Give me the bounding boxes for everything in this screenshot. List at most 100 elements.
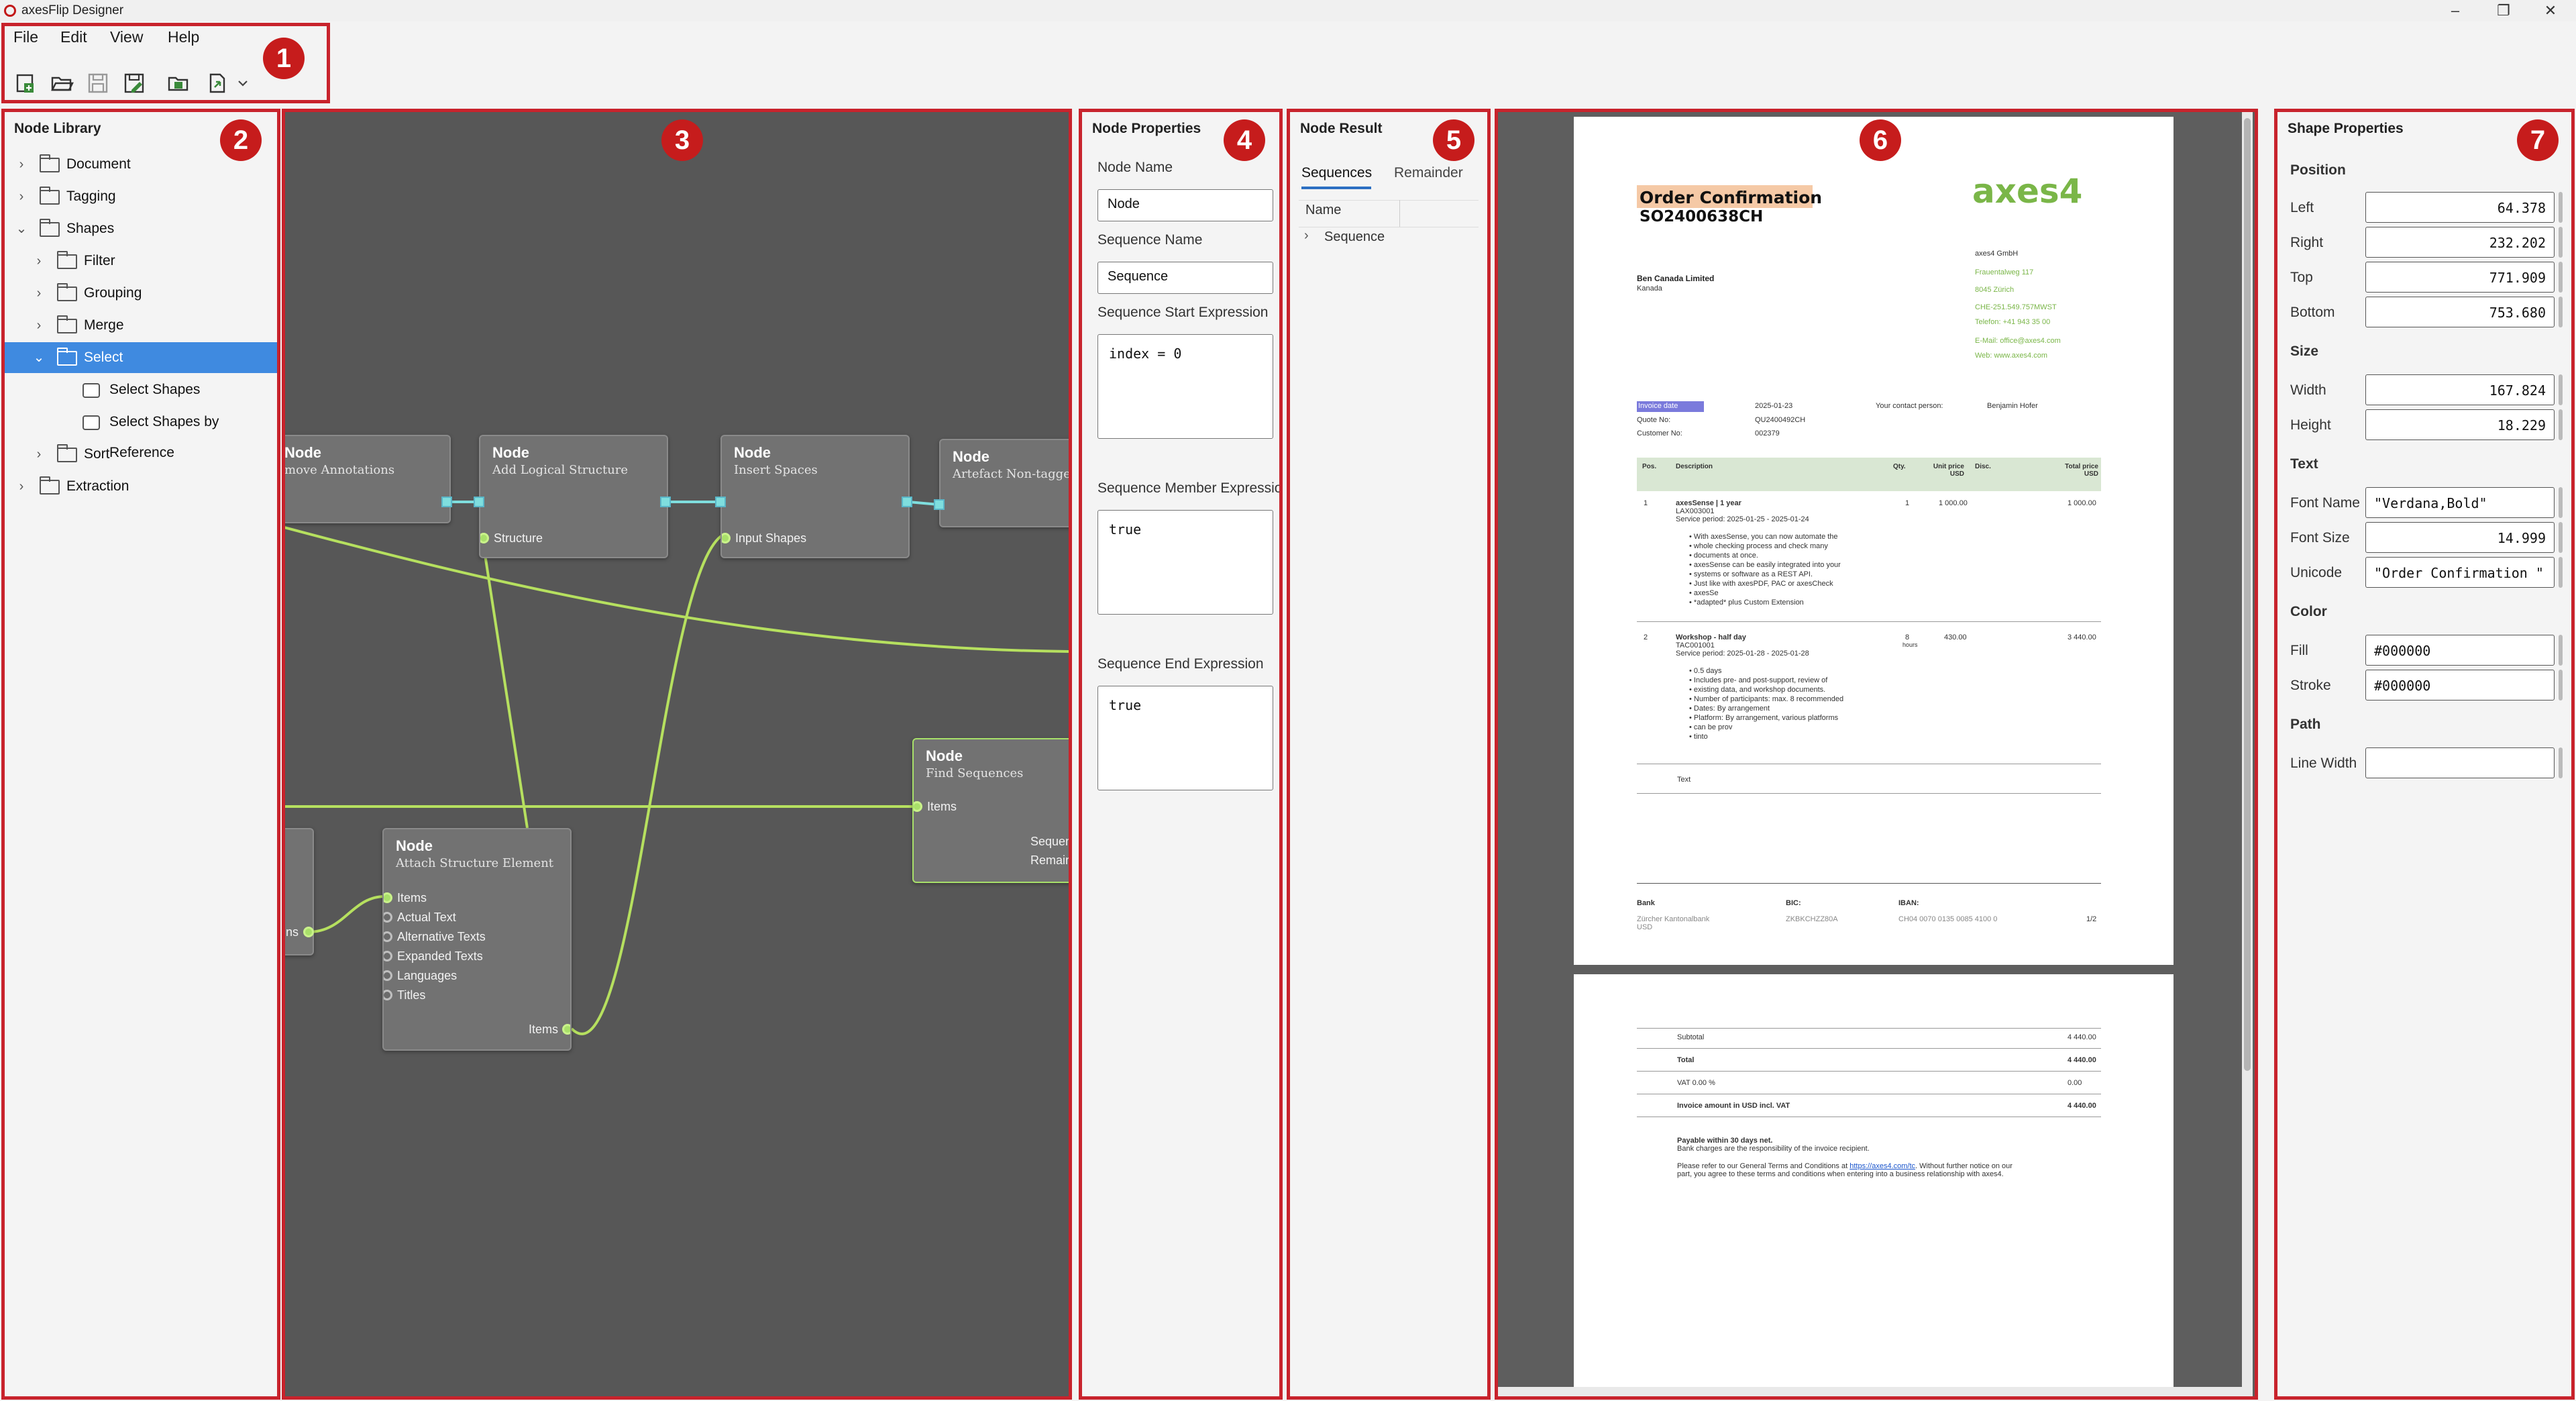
chevron-right-icon[interactable]: › bbox=[15, 471, 28, 502]
chevron-right-icon[interactable]: › bbox=[33, 310, 45, 341]
node-attach-structure-element[interactable]: Node Attach Structure Element Items Actu… bbox=[382, 828, 572, 1051]
chevron-down-icon[interactable]: ⌄ bbox=[15, 213, 28, 244]
tree-item-tagging[interactable]: › Tagging bbox=[3, 181, 277, 212]
tree-item-extraction[interactable]: › Extraction bbox=[3, 471, 277, 502]
node-add-logical-structure[interactable]: Node Add Logical Structure Structure bbox=[479, 435, 668, 558]
chevron-right-icon[interactable]: › bbox=[33, 278, 45, 309]
font-name-field[interactable]: "Verdana,Bold" bbox=[2365, 487, 2555, 518]
bullet-text: 0.5 days bbox=[1693, 667, 1722, 675]
sequence-end-input[interactable]: true bbox=[1097, 686, 1273, 790]
input-port[interactable] bbox=[474, 497, 484, 507]
graph-canvas[interactable]: Node move Annotations Node Add Logical S… bbox=[284, 111, 1069, 1398]
input-port[interactable] bbox=[722, 533, 731, 543]
open-folder-icon[interactable] bbox=[166, 71, 191, 95]
tree-item-grouping[interactable]: › Grouping bbox=[3, 278, 277, 309]
fill-field[interactable]: #000000 bbox=[2365, 635, 2555, 666]
minimize-button[interactable]: – bbox=[2434, 0, 2477, 21]
bullet-item: • systems or software as a REST API. bbox=[1689, 570, 1813, 578]
node-find-sequences[interactable]: Node Find Sequences Items Sequen Remaind bbox=[912, 738, 1069, 883]
horizontal-scrollbar[interactable] bbox=[1497, 1387, 2242, 1398]
stroke-field[interactable]: #000000 bbox=[2365, 670, 2555, 701]
close-button[interactable]: ✕ bbox=[2529, 0, 2572, 21]
tree-item-select-shapes[interactable]: Select Shapes bbox=[3, 374, 277, 405]
font-size-field[interactable]: 14.999 bbox=[2365, 522, 2555, 553]
node-remove-annotations[interactable]: Node move Annotations bbox=[284, 435, 451, 523]
sequence-name-input[interactable]: Sequence bbox=[1097, 262, 1273, 294]
chevron-right-icon[interactable]: › bbox=[15, 149, 28, 180]
chevron-right-icon[interactable]: › bbox=[15, 181, 28, 212]
tab-sequences[interactable]: Sequences bbox=[1301, 165, 1372, 181]
output-port[interactable] bbox=[303, 927, 314, 937]
chevron-down-icon[interactable] bbox=[231, 71, 248, 95]
output-port[interactable] bbox=[660, 497, 671, 507]
input-port[interactable] bbox=[384, 970, 392, 981]
document-viewer[interactable]: Order Confirmation SO2400638CH axes4 Ben… bbox=[1497, 111, 2255, 1398]
chevron-right-icon[interactable]: › bbox=[33, 246, 45, 276]
tree-item-merge[interactable]: › Merge bbox=[3, 310, 277, 341]
terms-text-part: Please refer to our General Terms and Co… bbox=[1677, 1162, 1848, 1170]
bullet-item: • can be prov bbox=[1689, 723, 1732, 731]
menu-help[interactable]: Help bbox=[168, 28, 199, 46]
node-name-input[interactable]: Node bbox=[1097, 189, 1273, 221]
company-line: Web: www.axes4.com bbox=[1975, 352, 2048, 360]
unicode-field[interactable]: "Order Confirmation " bbox=[2365, 557, 2555, 588]
tree-item-select-shapes-by-reference[interactable]: Select Shapes by Reference bbox=[3, 407, 277, 460]
input-port[interactable] bbox=[914, 801, 922, 812]
input-port[interactable] bbox=[384, 990, 392, 1000]
line-width-field[interactable] bbox=[2365, 747, 2555, 778]
export-icon[interactable] bbox=[205, 71, 229, 95]
terms-link[interactable]: https://axes4.com/tc bbox=[1849, 1162, 1915, 1170]
info-label: Quote No: bbox=[1637, 416, 1671, 424]
tree-item-filter[interactable]: › Filter bbox=[3, 246, 277, 276]
output-port[interactable] bbox=[562, 1024, 570, 1035]
bullet-item: • Dates: By arrangement bbox=[1689, 705, 1770, 713]
height-field[interactable]: 18.229 bbox=[2365, 409, 2555, 440]
chevron-right-icon[interactable]: › bbox=[33, 439, 45, 470]
menu-edit[interactable]: Edit bbox=[60, 28, 87, 46]
save-icon[interactable] bbox=[86, 71, 110, 95]
bullet-item: • tinto bbox=[1689, 733, 1708, 741]
open-icon[interactable] bbox=[50, 71, 74, 95]
node-artefact-non-tagged[interactable]: Node Artefact Non-tagged C bbox=[939, 439, 1069, 527]
save-as-icon[interactable] bbox=[122, 71, 146, 95]
bullet-icon: • bbox=[1689, 552, 1694, 560]
input-port[interactable] bbox=[934, 499, 945, 510]
input-port[interactable] bbox=[384, 951, 392, 962]
unicode-label: Unicode bbox=[2290, 565, 2343, 580]
chevron-down-icon[interactable]: ⌄ bbox=[33, 342, 45, 373]
tree-item-select[interactable]: ⌄ Select bbox=[3, 342, 277, 373]
output-port[interactable] bbox=[902, 497, 912, 507]
input-port[interactable] bbox=[384, 931, 392, 942]
input-port[interactable] bbox=[480, 533, 489, 543]
menu-file[interactable]: File bbox=[13, 28, 38, 46]
node-library-panel: Node Library › Document › Tagging ⌄ Shapes › Fi… bbox=[3, 111, 277, 1398]
bank-label: Bank bbox=[1637, 899, 1655, 907]
result-row[interactable]: Sequence bbox=[1324, 229, 1385, 245]
sequence-start-input[interactable]: index = 0 bbox=[1097, 334, 1273, 439]
input-port[interactable] bbox=[715, 497, 726, 507]
tab-remainder[interactable]: Remainder bbox=[1394, 165, 1463, 181]
sequence-member-input[interactable]: true bbox=[1097, 510, 1273, 615]
top-field[interactable]: 771.909 bbox=[2365, 262, 2555, 293]
scrollbar-thumb[interactable] bbox=[2244, 118, 2251, 1071]
width-field[interactable]: 167.824 bbox=[2365, 374, 2555, 405]
right-field[interactable]: 232.202 bbox=[2365, 227, 2555, 258]
row-desc: Workshop - half day bbox=[1676, 633, 1746, 641]
tree-item-label: Filter bbox=[84, 253, 115, 268]
maximize-button[interactable]: ❐ bbox=[2482, 0, 2525, 21]
column-header-name[interactable]: Name bbox=[1305, 203, 1341, 218]
tree-item-sort[interactable]: › Sort bbox=[3, 439, 277, 470]
node-insert-spaces[interactable]: Node Insert Spaces Input Shapes bbox=[720, 435, 910, 558]
tree-item-label: Extraction bbox=[66, 478, 129, 494]
sequence-start-label: Sequence Start Expression bbox=[1097, 305, 1269, 320]
input-port[interactable] bbox=[384, 912, 392, 923]
output-port[interactable] bbox=[441, 497, 452, 507]
chevron-right-icon[interactable]: › bbox=[1304, 228, 1309, 244]
input-port[interactable] bbox=[384, 892, 392, 903]
company-line: Frauentalweg 117 bbox=[1975, 268, 2034, 276]
left-field[interactable]: 64.378 bbox=[2365, 192, 2555, 223]
new-document-icon[interactable] bbox=[13, 71, 38, 95]
tree-item-shapes[interactable]: ⌄ Shapes bbox=[3, 213, 277, 244]
bottom-field[interactable]: 753.680 bbox=[2365, 297, 2555, 327]
menu-view[interactable]: View bbox=[110, 28, 143, 46]
